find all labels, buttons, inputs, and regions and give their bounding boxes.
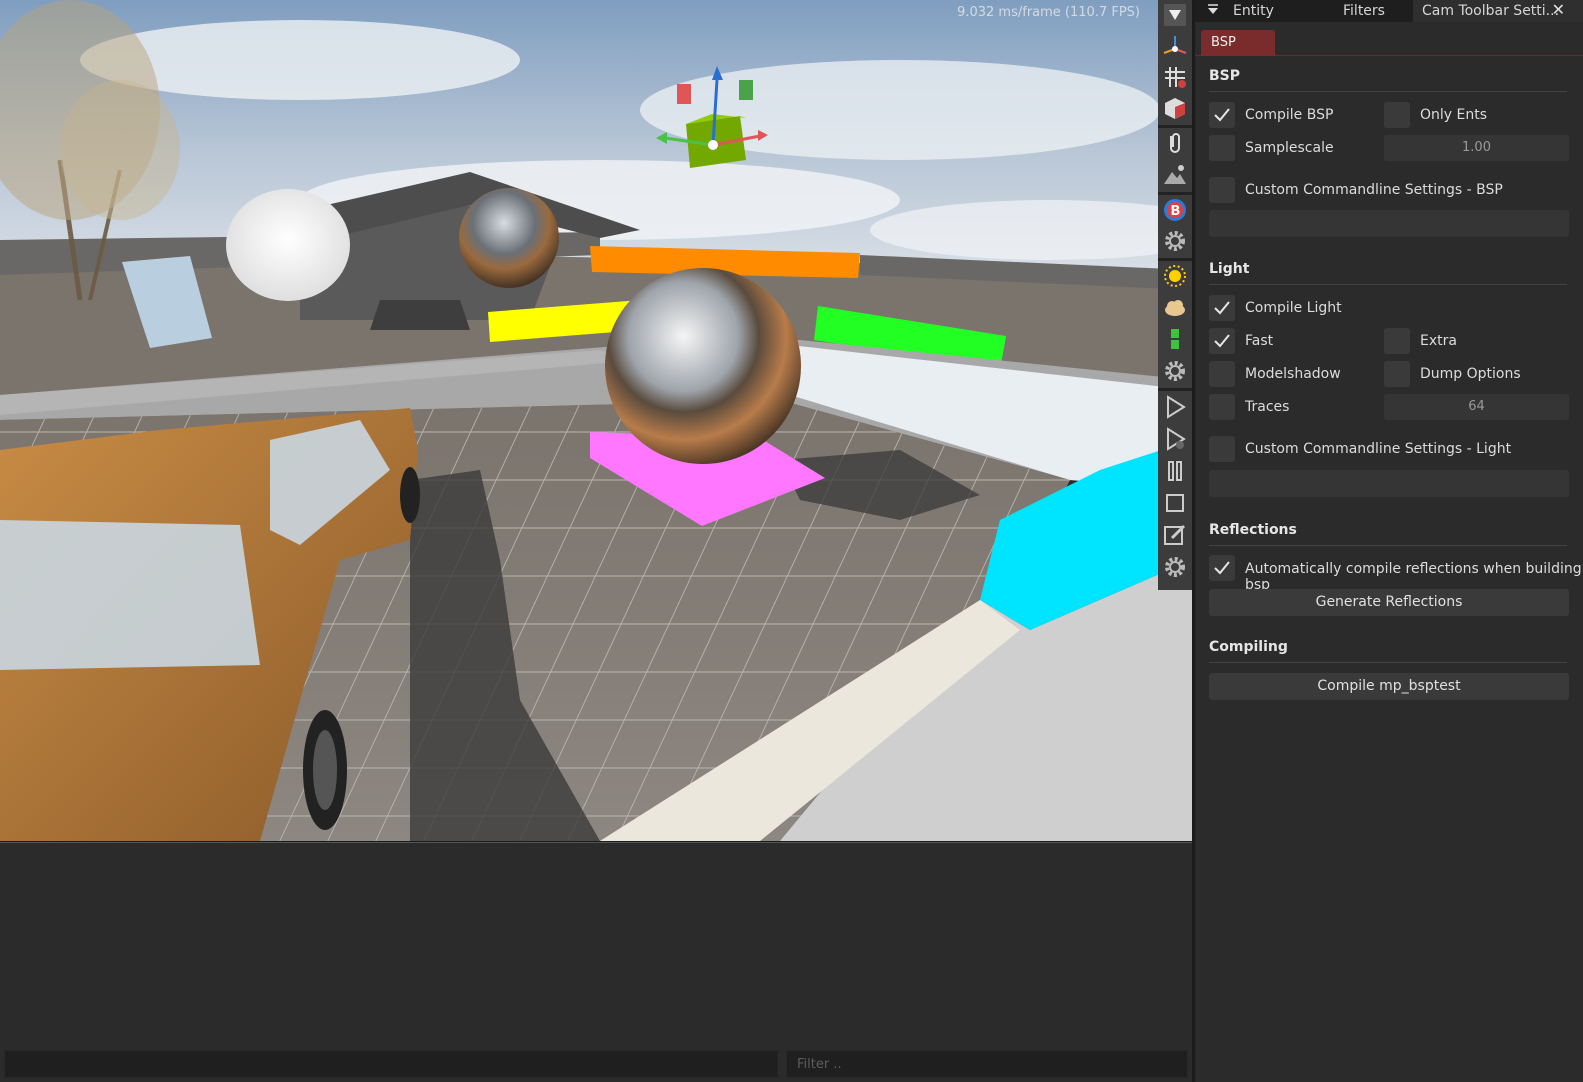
- bsp-icon[interactable]: B: [1160, 195, 1190, 225]
- play-outline-icon[interactable]: [1160, 424, 1190, 454]
- custom-bsp-label: Custom Commandline Settings - BSP: [1245, 182, 1503, 198]
- command-input[interactable]: [4, 1050, 778, 1078]
- viewport-toolbar: B: [1158, 0, 1192, 590]
- traces-field[interactable]: 64: [1384, 394, 1569, 420]
- fast-label: Fast: [1245, 333, 1274, 349]
- section-divider: [1209, 662, 1567, 663]
- custom-bsp-input[interactable]: [1209, 210, 1569, 237]
- tab-entity[interactable]: Entity: [1233, 0, 1325, 22]
- extra-label: Extra: [1420, 333, 1457, 349]
- tab-label: Filters: [1343, 3, 1385, 19]
- dump-options-label: Dump Options: [1420, 366, 1521, 382]
- settings-icon[interactable]: [1160, 552, 1190, 582]
- dump-options-checkbox[interactable]: [1384, 361, 1410, 387]
- checkmark-icon: [1214, 561, 1230, 575]
- section-divider: [1209, 284, 1567, 285]
- checkmark-icon: [1214, 301, 1230, 315]
- svg-text:B: B: [1171, 204, 1181, 219]
- custom-light-input[interactable]: [1209, 470, 1569, 497]
- sun-icon[interactable]: [1160, 261, 1190, 291]
- attach-icon[interactable]: [1160, 128, 1190, 158]
- subtab-bar: BSP: [1195, 26, 1583, 56]
- modelshadow-label: Modelshadow: [1245, 366, 1341, 382]
- compile-light-checkbox[interactable]: [1209, 295, 1235, 321]
- custom-light-checkbox[interactable]: [1209, 436, 1235, 462]
- only-ents-checkbox[interactable]: [1384, 102, 1410, 128]
- edit-icon[interactable]: [1160, 520, 1190, 550]
- fps-readout: 9.032 ms/frame (110.7 FPS): [957, 5, 1140, 20]
- tab-bar: Entity Filters Cam Toolbar Setti... ✕: [1195, 0, 1583, 22]
- samplescale-label: Samplescale: [1245, 140, 1334, 156]
- custom-light-label: Custom Commandline Settings - Light: [1245, 441, 1512, 457]
- checkmark-icon: [1214, 334, 1230, 348]
- subtab-bsp[interactable]: BSP: [1201, 30, 1275, 56]
- close-icon[interactable]: ✕: [1552, 0, 1565, 19]
- samplescale-checkbox[interactable]: [1209, 135, 1235, 161]
- compile-bsp-checkbox[interactable]: [1209, 102, 1235, 128]
- tab-filters[interactable]: Filters: [1343, 0, 1413, 22]
- checkmark-icon: [1214, 108, 1230, 122]
- traces-checkbox[interactable]: [1209, 394, 1235, 420]
- section-divider: [1209, 545, 1567, 546]
- generate-reflections-button[interactable]: Generate Reflections: [1209, 589, 1569, 616]
- toolbar-separator: [1158, 388, 1192, 391]
- fast-checkbox[interactable]: [1209, 328, 1235, 354]
- auto-reflections-checkbox[interactable]: [1209, 555, 1235, 581]
- section-title-compiling: Compiling: [1209, 639, 1288, 655]
- settings-icon[interactable]: [1160, 356, 1190, 386]
- tab-label: Cam Toolbar Setti...: [1422, 3, 1560, 19]
- cloud-icon[interactable]: [1160, 292, 1190, 322]
- section-title-reflections: Reflections: [1209, 522, 1297, 538]
- console-divider: [0, 842, 1192, 843]
- settings-icon[interactable]: [1160, 226, 1190, 256]
- scene-render[interactable]: [0, 0, 1192, 841]
- compile-map-button[interactable]: Compile mp_bsptest: [1209, 673, 1569, 700]
- tab-menu-icon[interactable]: [1207, 4, 1219, 16]
- green-light-icon[interactable]: [1160, 324, 1190, 354]
- only-ents-label: Only Ents: [1420, 107, 1488, 123]
- stop-icon[interactable]: [1160, 488, 1190, 518]
- tab-label: Entity: [1233, 3, 1274, 19]
- compile-bsp-label: Compile BSP: [1245, 107, 1334, 123]
- section-title-bsp: BSP: [1209, 68, 1241, 84]
- filter-input[interactable]: Filter ..: [786, 1050, 1188, 1078]
- traces-label: Traces: [1245, 399, 1290, 415]
- settings-panel: Entity Filters Cam Toolbar Setti... ✕ BS…: [1192, 0, 1583, 1082]
- modelshadow-checkbox[interactable]: [1209, 361, 1235, 387]
- grid-snap-icon[interactable]: [1160, 62, 1190, 92]
- play-icon[interactable]: [1160, 392, 1190, 422]
- transform-gizmo-icon[interactable]: [1160, 31, 1190, 61]
- pause-icon[interactable]: [1160, 456, 1190, 486]
- console-panel: Filter ..: [0, 841, 1192, 1082]
- 3d-viewport[interactable]: 9.032 ms/frame (110.7 FPS): [0, 0, 1192, 841]
- app-root: 9.032 ms/frame (110.7 FPS) B Filter .. E…: [0, 0, 1583, 1082]
- extra-checkbox[interactable]: [1384, 328, 1410, 354]
- filter-dropdown-icon[interactable]: [1160, 0, 1190, 30]
- section-divider: [1209, 91, 1567, 92]
- custom-bsp-checkbox[interactable]: [1209, 177, 1235, 203]
- samplescale-field[interactable]: 1.00: [1384, 135, 1569, 161]
- section-title-light: Light: [1209, 261, 1250, 277]
- view-cube-icon[interactable]: [1160, 93, 1190, 123]
- compile-light-label: Compile Light: [1245, 300, 1342, 316]
- terrain-icon[interactable]: [1160, 160, 1190, 190]
